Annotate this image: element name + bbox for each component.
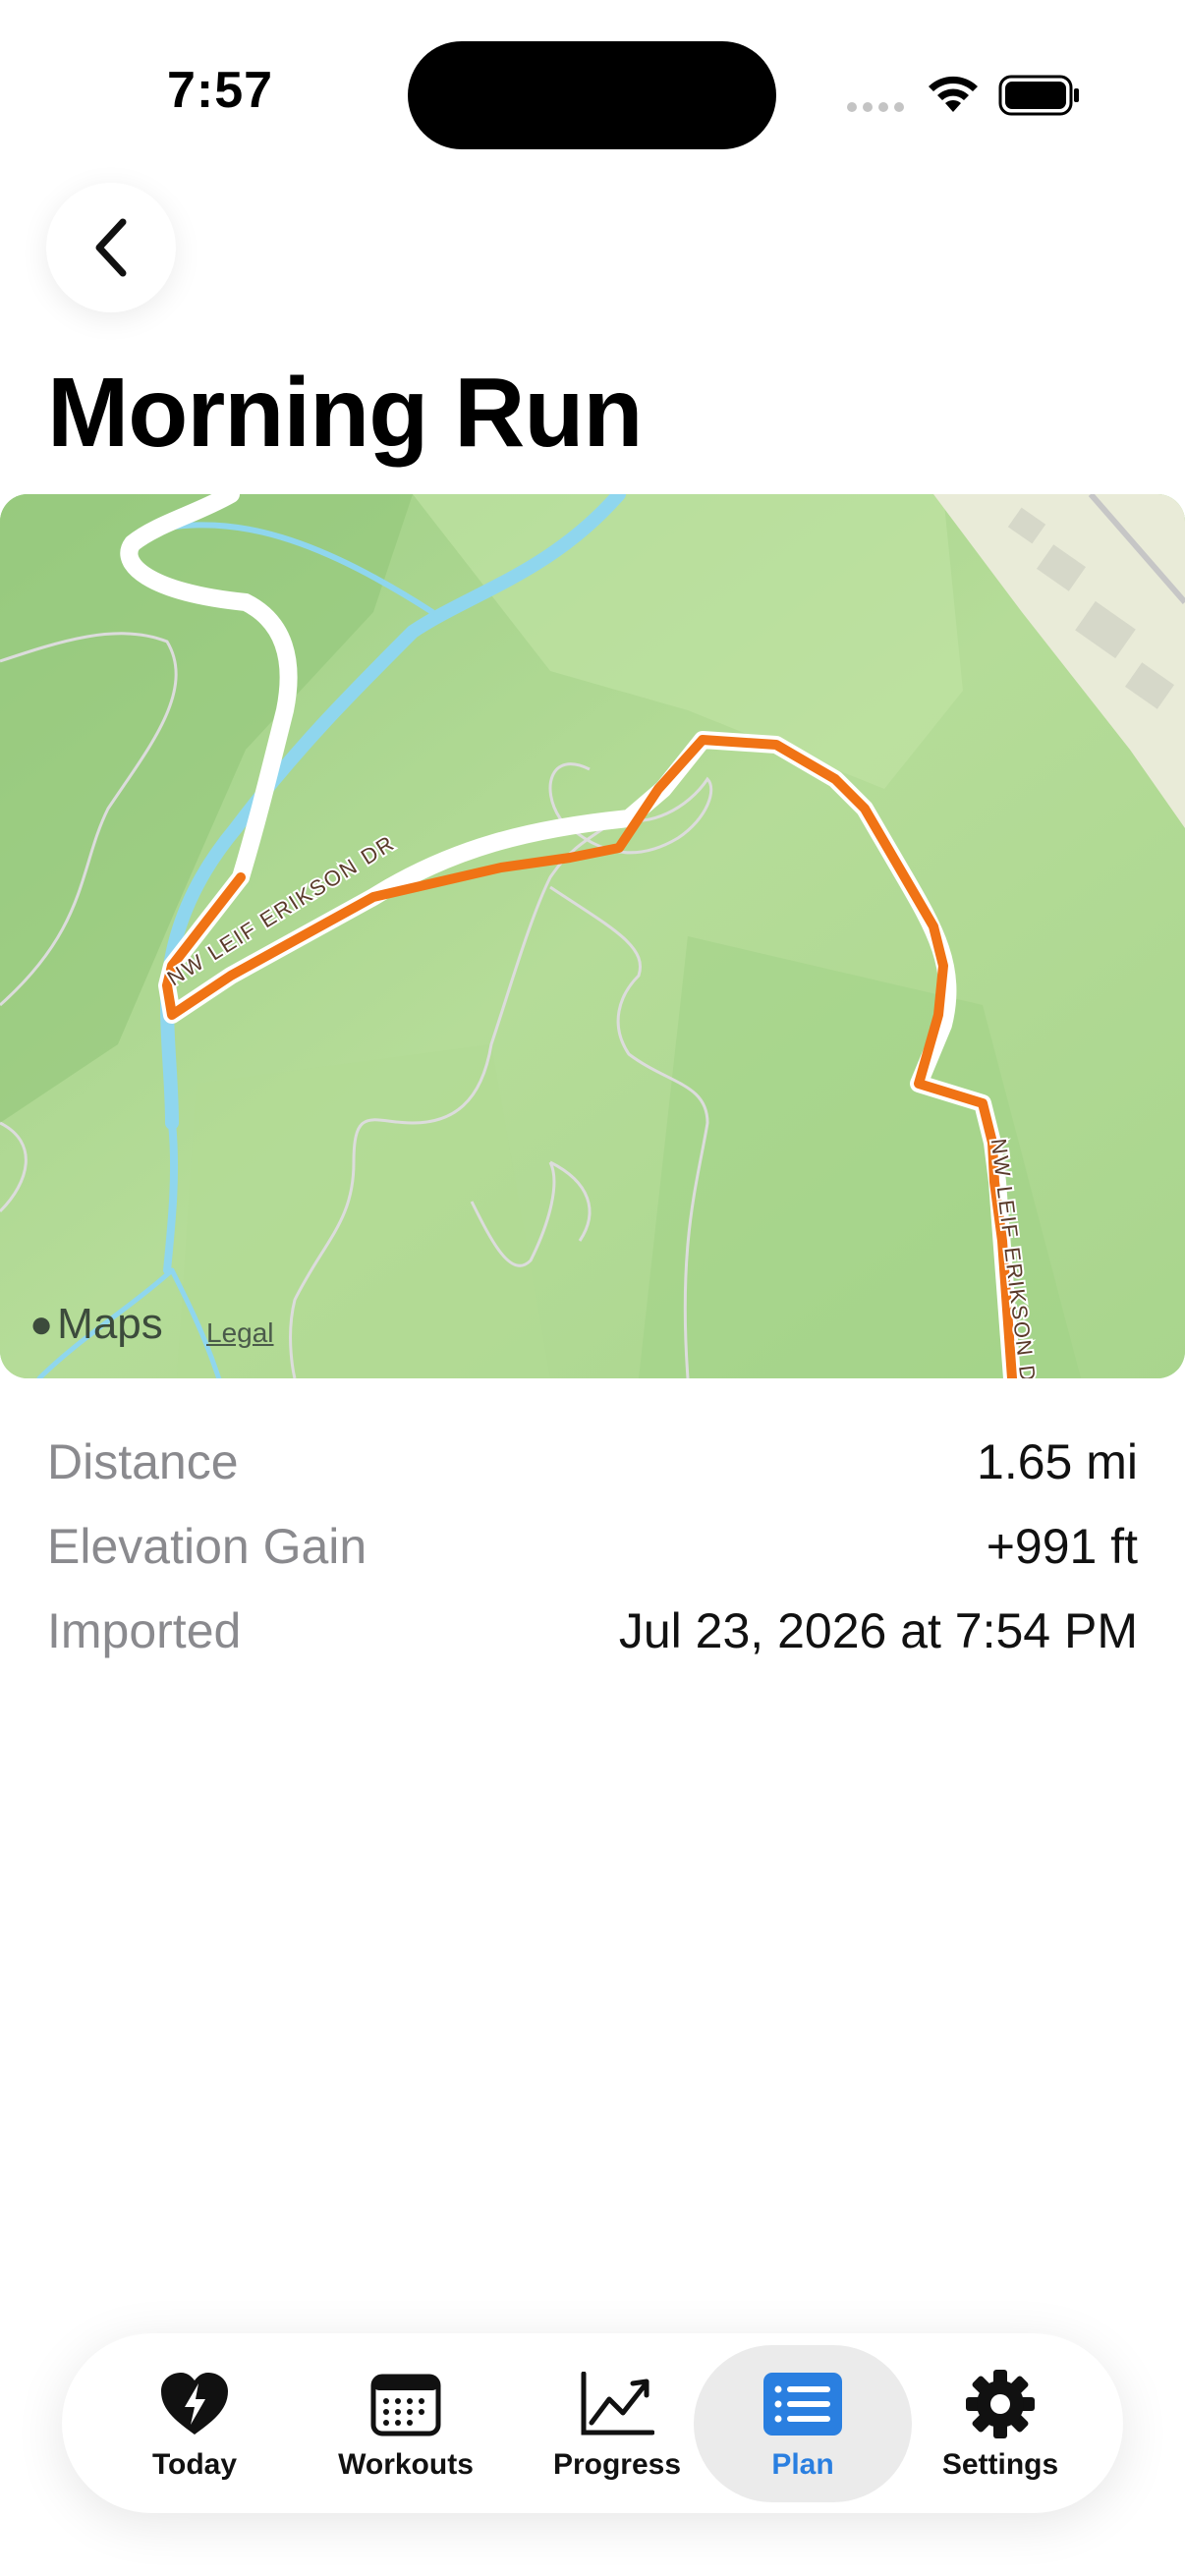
dynamic-island [408, 41, 776, 149]
stat-value: +991 ft [986, 1519, 1138, 1574]
tab-label: Settings [941, 2448, 1059, 2481]
apple-logo-icon: ● [29, 1302, 54, 1346]
calendar-icon [370, 2374, 441, 2436]
tab-label: Workouts [338, 2448, 474, 2481]
tab-label: Today [151, 2448, 238, 2481]
maps-brand-text: Maps [57, 1300, 163, 1348]
stat-label: Imported [47, 1603, 242, 1658]
list-icon [763, 2373, 842, 2436]
stat-value: Jul 23, 2026 at 7:54 PM [618, 1603, 1138, 1658]
status-bar: 7:57 [0, 0, 1185, 196]
maps-logo: ● Maps [29, 1300, 163, 1349]
stat-row-elevation: Elevation Gain +991 ft [47, 1504, 1138, 1589]
page-title: Morning Run [47, 358, 644, 468]
run-stats: Distance 1.65 mi Elevation Gain +991 ft … [47, 1420, 1138, 1673]
stat-row-distance: Distance 1.65 mi [47, 1420, 1138, 1504]
stat-label: Elevation Gain [47, 1519, 367, 1574]
chart-trend-icon [581, 2372, 654, 2436]
wifi-icon [929, 76, 978, 112]
cellular-signal-icon [847, 102, 904, 112]
back-button[interactable] [46, 183, 176, 312]
gear-icon [966, 2370, 1035, 2438]
legal-link[interactable]: Legal [206, 1317, 274, 1349]
heart-bolt-icon [161, 2373, 228, 2435]
tab-today[interactable]: Today [101, 2345, 288, 2502]
tab-label: Plan [771, 2448, 834, 2481]
stat-value: 1.65 mi [977, 1434, 1138, 1489]
chevron-left-icon [95, 218, 127, 277]
tab-label: Progress [552, 2448, 682, 2481]
tab-settings[interactable]: Settings [907, 2345, 1094, 2502]
stat-row-imported: Imported Jul 23, 2026 at 7:54 PM [47, 1589, 1138, 1673]
status-time: 7:57 [167, 62, 274, 119]
tab-bar: Today Workouts Progress Plan Settings [62, 2333, 1123, 2513]
tab-progress[interactable]: Progress [524, 2345, 710, 2502]
route-map[interactable]: NW LEIF ERIKSON DR NW LEIF ERIKSON DR ● … [0, 494, 1185, 1378]
battery-icon [998, 75, 1079, 116]
tab-workouts[interactable]: Workouts [312, 2345, 499, 2502]
tab-plan[interactable]: Plan [694, 2345, 912, 2502]
map-canvas: NW LEIF ERIKSON DR NW LEIF ERIKSON DR [0, 494, 1185, 1378]
stat-label: Distance [47, 1434, 239, 1489]
